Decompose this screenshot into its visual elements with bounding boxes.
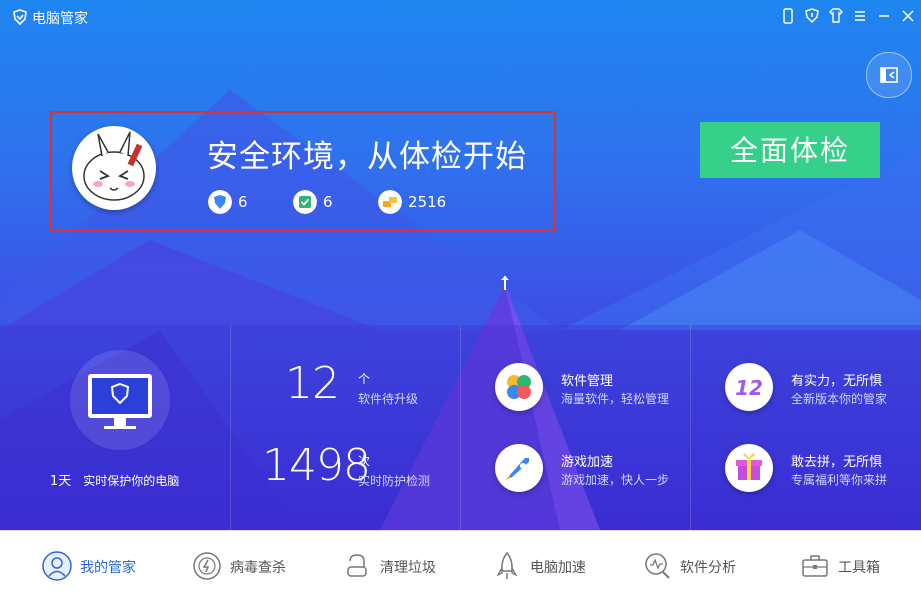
minimize-icon[interactable] — [874, 6, 894, 26]
svg-text:12: 12 — [735, 376, 763, 400]
gold-coins-icon — [378, 190, 402, 214]
headline: 安全环境，从体检开始 — [207, 139, 527, 175]
divider — [230, 325, 231, 530]
virus-scan-icon — [193, 552, 221, 580]
gift-title[interactable]: 敢去拼，无所惧 — [791, 451, 882, 470]
close-icon[interactable] — [898, 6, 918, 26]
new-version-subtitle: 全新版本你的管家 — [791, 392, 888, 406]
nav-label: 清理垃圾 — [380, 560, 436, 576]
vacuum-icon — [347, 554, 367, 577]
protection-check-label: 实时防护检测 — [358, 474, 431, 488]
protection-days-value: 1天 — [50, 474, 72, 489]
game-rocket-icon — [505, 458, 529, 480]
divider — [690, 325, 691, 530]
bottom-nav: 我的管家 病毒查杀 清理垃圾 电脑加速 软件分析 工具箱 — [0, 530, 921, 601]
protection-check-count[interactable]: 1498 — [262, 440, 371, 491]
skin-shirt-icon[interactable] — [826, 6, 846, 26]
stat-shield-value: 6 — [238, 193, 248, 211]
protection-days: 1天 实时保护你的电脑 — [50, 470, 179, 489]
upgrade-count[interactable]: 12 — [285, 358, 340, 409]
upgrade-label: 软件待升级 — [358, 392, 419, 406]
full-scan-button[interactable]: 全面体检 — [700, 122, 880, 178]
rocket-icon — [496, 551, 518, 579]
new-version-title[interactable]: 有实力，无所惧 — [791, 370, 882, 389]
shield-icon — [208, 190, 232, 214]
title-bar: 电脑管家 — [0, 0, 921, 34]
upgrade-unit: 个 — [358, 372, 371, 386]
nav-label: 软件分析 — [680, 560, 736, 576]
analysis-icon — [645, 553, 670, 579]
protection-label: 实时保护你的电脑 — [83, 474, 180, 488]
app-title: 电脑管家 — [32, 11, 88, 27]
avatar[interactable] — [72, 126, 156, 210]
phone-icon[interactable] — [778, 6, 798, 26]
nav-label: 工具箱 — [838, 560, 880, 576]
game-boost-title[interactable]: 游戏加速 — [561, 451, 613, 470]
menu-icon[interactable] — [850, 6, 870, 26]
new-version-button[interactable]: 12 — [725, 363, 773, 411]
game-boost-subtitle: 游戏加速，快人一步 — [561, 473, 670, 487]
stat-check-value: 6 — [323, 193, 333, 211]
game-boost-button[interactable] — [495, 444, 543, 492]
rabbit-avatar-icon — [83, 131, 145, 201]
software-manager-subtitle: 海量软件，轻松管理 — [561, 392, 670, 406]
security-shield-icon[interactable] — [802, 6, 822, 26]
nav-label: 病毒查杀 — [230, 560, 286, 576]
side-panel-button[interactable] — [866, 52, 912, 98]
software-manager-title[interactable]: 软件管理 — [561, 370, 613, 389]
app-window: 电脑管家 安全环境，从体检开始 6 6 2516 全面体检 1天 实时保护你的电… — [0, 0, 921, 601]
gift-icon — [736, 453, 762, 480]
green-check-icon — [293, 190, 317, 214]
butler-icon — [42, 551, 72, 581]
software-manager-button[interactable] — [495, 363, 543, 411]
app-logo-icon — [13, 9, 27, 25]
protection-monitor[interactable] — [70, 350, 170, 450]
monitor-shield-icon — [88, 374, 152, 429]
toolbox-icon — [802, 555, 828, 577]
nav-label: 电脑加速 — [530, 560, 586, 576]
hero-area: 电脑管家 安全环境，从体检开始 6 6 2516 全面体检 1天 实时保护你的电… — [0, 0, 921, 530]
collapse-panel-icon — [880, 67, 898, 83]
protection-check-unit: 次 — [358, 454, 371, 468]
version-12-icon: 12 — [735, 376, 763, 400]
divider — [460, 325, 461, 530]
gift-subtitle: 专属福利等你来拼 — [791, 473, 888, 487]
nav-label: 我的管家 — [80, 560, 136, 576]
gift-button[interactable] — [725, 444, 773, 492]
stat-coins-value: 2516 — [408, 193, 447, 211]
pinwheel-icon — [507, 375, 531, 399]
